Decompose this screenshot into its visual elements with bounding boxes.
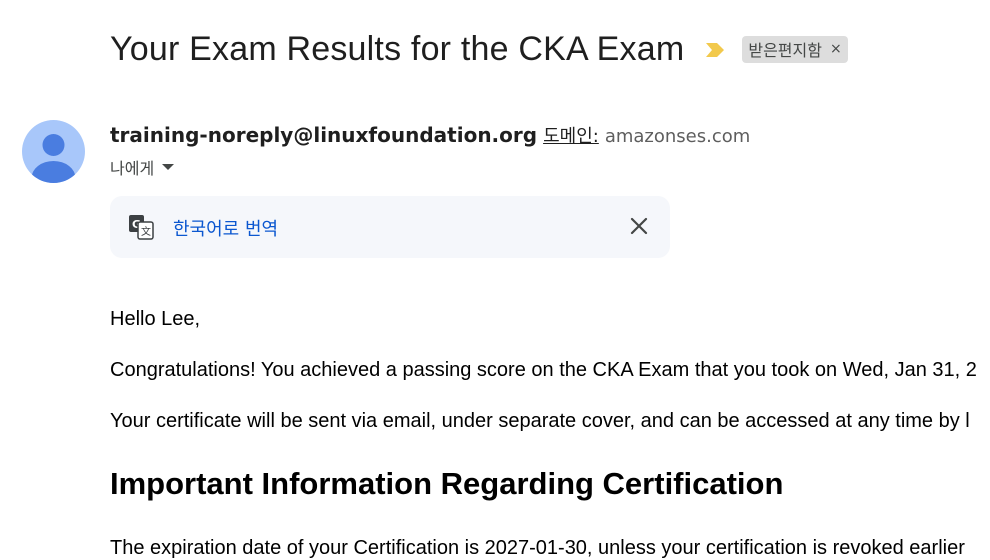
section-heading: Important Information Regarding Certific… (110, 466, 784, 501)
inbox-label-chip[interactable]: 받은편지함 × (742, 36, 848, 63)
subject-row: Your Exam Results for the CKA Exam 받은편지함… (110, 30, 848, 69)
svg-text:文: 文 (141, 225, 151, 238)
translate-to-korean-link[interactable]: 한국어로 번역 (173, 215, 278, 241)
recipient-details-caret-icon[interactable] (162, 164, 175, 170)
sender-avatar[interactable] (22, 120, 85, 183)
importance-marker-icon[interactable] (704, 41, 726, 59)
translate-bar: G 文 한국어로 번역 (110, 196, 670, 258)
body-paragraph-1: Congratulations! You achieved a passing … (110, 359, 977, 381)
via-domain-label[interactable]: 도메인: (543, 122, 599, 148)
body-paragraph-2: Your certificate will be sent via email,… (110, 410, 970, 432)
recipient-label: 나에게 (110, 159, 155, 178)
sender-email[interactable]: training-noreply@linuxfoundation.org (110, 123, 537, 147)
remove-label-icon[interactable]: × (830, 41, 842, 57)
sender-line: training-noreply@linuxfoundation.org 도메인… (110, 122, 750, 148)
inbox-label-text: 받은편지함 (748, 41, 822, 60)
via-domain: amazonses.com (604, 126, 751, 147)
body-paragraph-3: The expiration date of your Certificatio… (110, 537, 965, 559)
recipient-line[interactable]: 나에게 (110, 155, 175, 179)
close-icon[interactable] (628, 215, 650, 237)
google-translate-icon: G 文 (128, 214, 154, 240)
email-subject: Your Exam Results for the CKA Exam (110, 30, 685, 68)
greeting: Hello Lee, (110, 308, 201, 330)
